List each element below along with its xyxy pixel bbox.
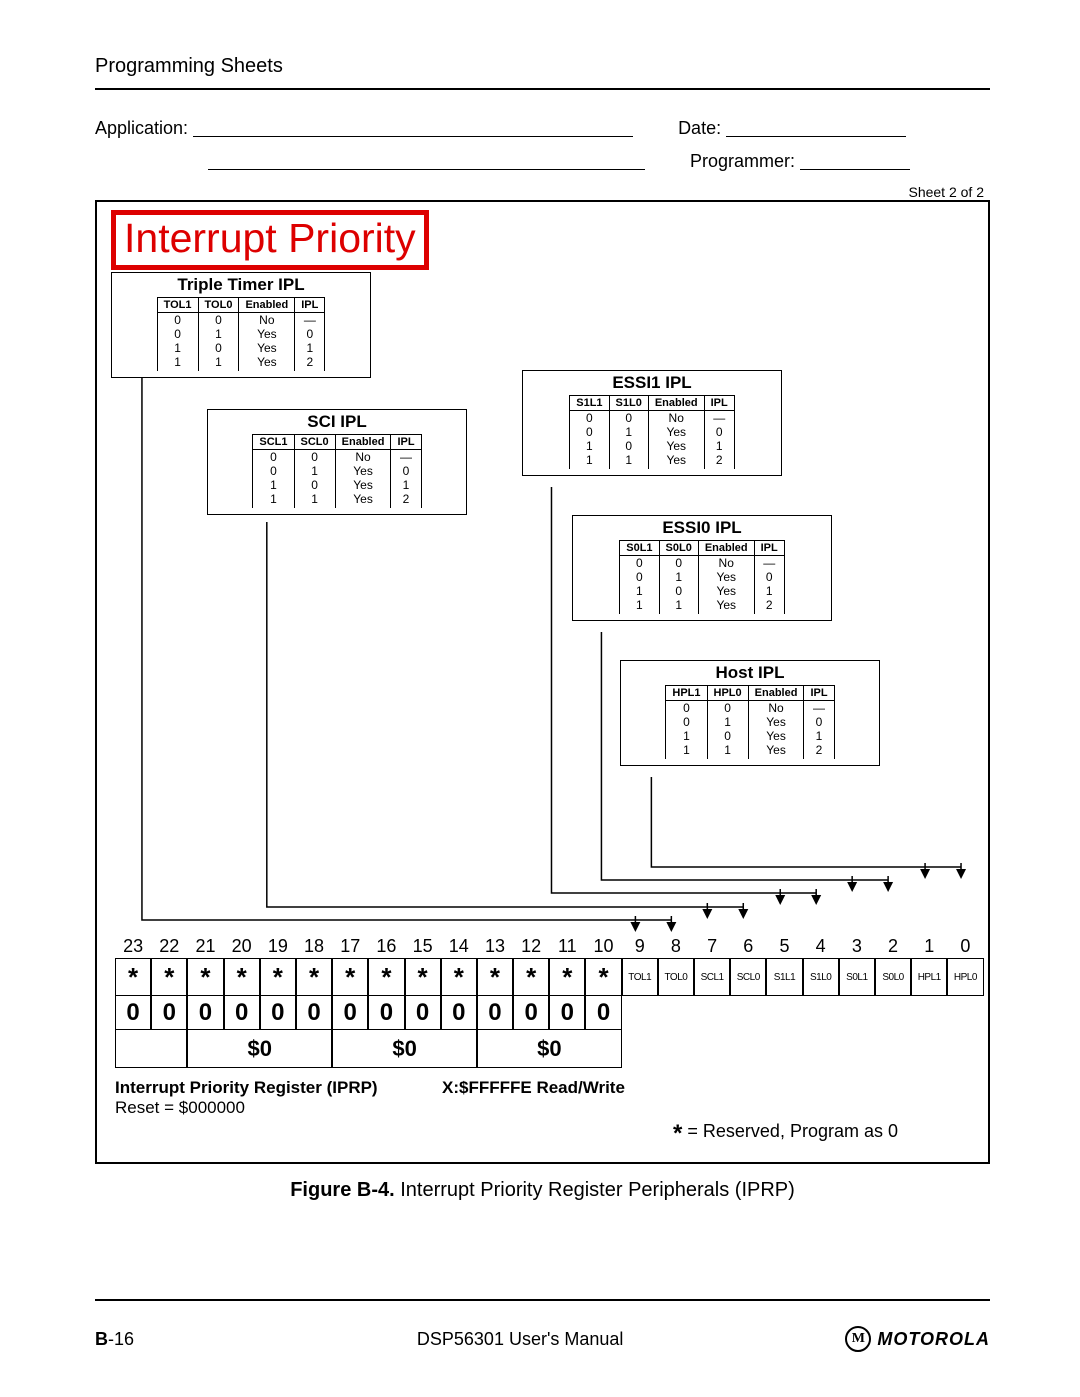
- hex-2: $0: [477, 1030, 622, 1068]
- register-addr: X:$FFFFFE Read/Write: [442, 1078, 625, 1098]
- host-ipl: Host IPLHPL1HPL0EnabledIPL00No—01Yes010Y…: [620, 660, 880, 766]
- hex-0: $0: [187, 1030, 332, 1068]
- bit-numbers: 23222120191817161514131211109876543210: [115, 936, 984, 957]
- bit-values: 00000000000000: [115, 996, 622, 1030]
- application-line: [193, 118, 633, 137]
- figure-caption: Figure B-4. Interrupt Priority Register …: [95, 1179, 990, 1202]
- register-reset: Reset = $000000: [115, 1098, 245, 1118]
- application-label: Application:: [95, 118, 188, 139]
- application-row: Application: Date:: [95, 118, 990, 139]
- header-rule: [95, 88, 990, 90]
- hex-values: $0 $0 $0: [115, 1030, 622, 1068]
- programmer-line: [208, 151, 645, 170]
- register-name: Interrupt Priority Register (IPRP): [115, 1078, 378, 1098]
- sheet-note: Sheet 2 of 2: [95, 184, 984, 200]
- hex-1: $0: [332, 1030, 477, 1068]
- sci-ipl: SCI IPLSCL1SCL0EnabledIPL00No—01Yes010Ye…: [207, 409, 467, 515]
- programmer-row: Programmer:: [95, 151, 990, 172]
- programmer-line2: [800, 151, 910, 170]
- programmer-label: Programmer:: [690, 151, 795, 172]
- hex-blank: [115, 1030, 187, 1068]
- motorola-logo: M MOTOROLA: [845, 1326, 990, 1352]
- triple-timer-ipl: Triple Timer IPLTOL1TOL0EnabledIPL00No—0…: [111, 272, 371, 378]
- bit-names: **************TOL1TOL0SCL1SCL0S1L1S1L0S0…: [115, 958, 984, 996]
- page-number: B-16: [95, 1329, 195, 1350]
- figure-title: Interrupt Priority Register Peripherals …: [395, 1179, 795, 1201]
- manual-name: DSP56301 User's Manual: [195, 1329, 845, 1350]
- section-header: Programming Sheets: [95, 55, 990, 78]
- motorola-icon: M: [845, 1326, 871, 1352]
- date-label: Date:: [678, 118, 721, 139]
- motorola-wordmark: MOTOROLA: [877, 1329, 990, 1350]
- title-box: Interrupt Priority: [111, 210, 429, 270]
- essi0-ipl: ESSI0 IPLS0L1S0L0EnabledIPL00No—01Yes010…: [572, 515, 832, 621]
- date-line: [726, 118, 906, 137]
- page-footer: B-16 DSP56301 User's Manual M MOTOROLA: [95, 1299, 990, 1352]
- figure-number: Figure B-4.: [290, 1179, 394, 1201]
- essi1-ipl: ESSI1 IPLS1L1S1L0EnabledIPL00No—01Yes010…: [522, 370, 782, 476]
- figure-frame: Interrupt Priority: [95, 200, 990, 1164]
- star-icon: *: [673, 1120, 682, 1147]
- reserved-footnote: * = Reserved, Program as 0: [673, 1120, 898, 1148]
